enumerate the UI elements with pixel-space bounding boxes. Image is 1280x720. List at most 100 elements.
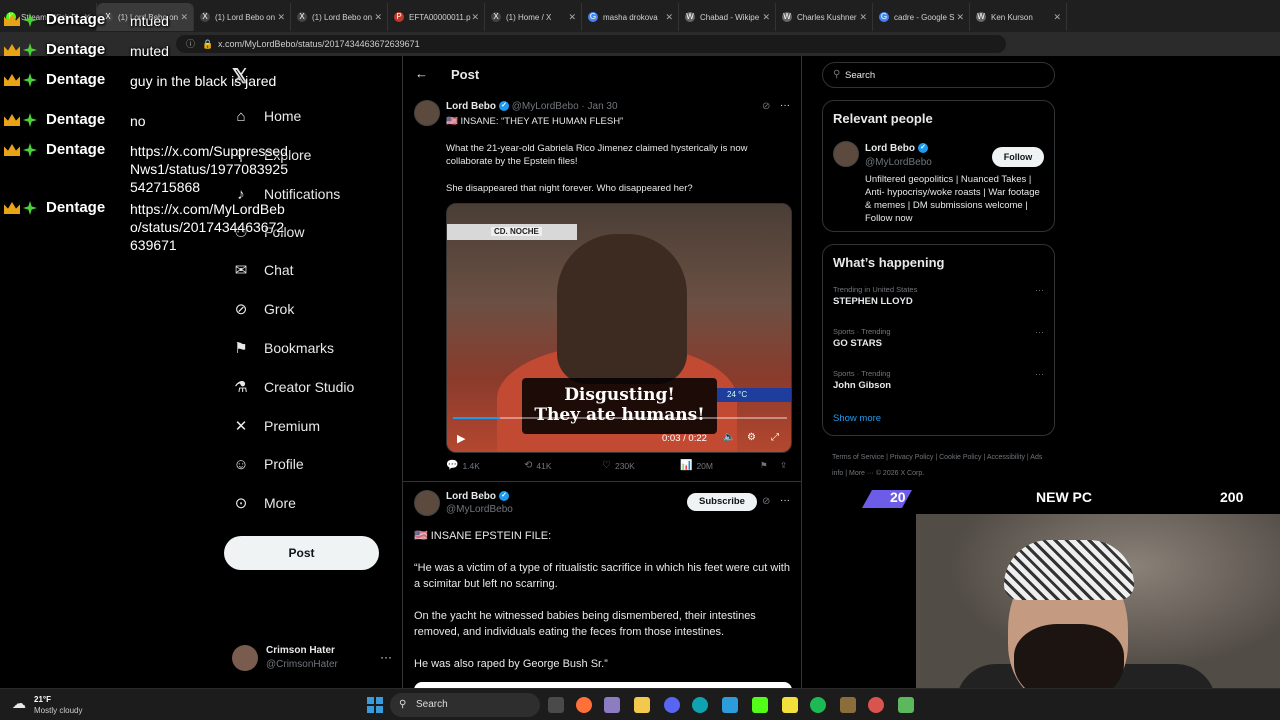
- browser-tab[interactable]: W Chabad - Wikipe ✕: [679, 3, 776, 31]
- spotify-icon[interactable]: [810, 697, 826, 713]
- follow-button[interactable]: Follow: [992, 147, 1044, 167]
- tab-close-icon[interactable]: ✕: [956, 12, 964, 23]
- avatar[interactable]: [414, 100, 440, 126]
- compose-post-button[interactable]: Post: [224, 536, 379, 570]
- discord-icon[interactable]: [664, 697, 680, 713]
- tab-title: Chabad - Wikipe: [700, 12, 760, 22]
- weather-widget[interactable]: ☁ 21°F Mostly cloudy: [12, 693, 112, 717]
- browser-tab[interactable]: X (1) Lord Bebo on ✕: [291, 3, 388, 31]
- chat-username: Dentage: [46, 11, 106, 28]
- back-arrow-icon[interactable]: ←: [415, 66, 428, 81]
- trend-item[interactable]: Sports · Trending John Gibson ···: [833, 369, 1048, 391]
- avatar[interactable]: [414, 490, 440, 516]
- nav-item-more[interactable]: ⊙ More: [232, 489, 296, 517]
- more-dots-icon[interactable]: ···: [780, 495, 790, 506]
- taskbar-search[interactable]: ⚲ Search: [390, 693, 540, 717]
- chat-username: Dentage: [46, 41, 106, 58]
- footer-links[interactable]: Terms of Service | Privacy Policy | Cook…: [832, 450, 1047, 482]
- tab-close-icon[interactable]: ✕: [374, 12, 382, 23]
- tab-close-icon[interactable]: ✕: [859, 12, 867, 23]
- browser-tab[interactable]: W Ken Kurson ✕: [970, 3, 1067, 31]
- video-progress-bar[interactable]: [453, 417, 787, 419]
- author-name: Lord Bebo: [446, 101, 496, 112]
- account-name: Crimson Hater: [266, 645, 335, 656]
- app-icon[interactable]: [840, 697, 856, 713]
- tweet-author[interactable]: Lord Bebo ✓: [446, 491, 509, 502]
- like-button[interactable]: ♡ 230K: [602, 460, 635, 471]
- settings-gear-icon[interactable]: ⚙: [747, 432, 756, 443]
- nav-item-bookmarks[interactable]: ⚑ Bookmarks: [232, 334, 334, 362]
- search-input[interactable]: ⚲ Search: [822, 62, 1055, 88]
- fullscreen-icon[interactable]: ⤢: [771, 432, 779, 443]
- nav-item-label: More: [264, 495, 296, 511]
- tab-title: (1) Home / X: [506, 12, 552, 22]
- more-dots-icon[interactable]: ···: [1035, 327, 1044, 337]
- address-bar[interactable]: ⓘ 🔒 x.com/MyLordBebo/status/201743446367…: [176, 35, 1006, 53]
- video-player[interactable]: CD. NOCHE 24 °C Disgusting! They ate hum…: [446, 203, 792, 453]
- file-explorer-icon[interactable]: [634, 697, 650, 713]
- account-switcher[interactable]: Crimson Hater @CrimsonHater ···: [232, 642, 392, 674]
- repost-button[interactable]: ⟲ 41K: [524, 460, 552, 471]
- bookmark-icon[interactable]: ⚑: [760, 460, 768, 471]
- grok-icon[interactable]: ⊘: [762, 496, 770, 507]
- more-dots-icon[interactable]: ···: [380, 650, 392, 664]
- app-icon[interactable]: [604, 697, 620, 713]
- share-icon[interactable]: ⇪: [780, 460, 787, 471]
- avatar[interactable]: [833, 141, 859, 167]
- tab-favicon-icon: W: [782, 12, 792, 22]
- tweet[interactable]: Lord Bebo ✓ @MyLordBebo · Jan 30 ⊘ ··· 🇺🇸…: [403, 96, 801, 482]
- volume-icon[interactable]: 🔈: [723, 432, 735, 443]
- reply-button[interactable]: 💬 1.4K: [446, 460, 480, 471]
- nav-item-profile[interactable]: ☺ Profile: [232, 450, 303, 478]
- show-more-link[interactable]: Show more: [833, 413, 881, 424]
- crown-badge-icon: [4, 44, 20, 56]
- browser-tab[interactable]: Gmasha drokova ✕: [582, 3, 679, 31]
- notes-icon[interactable]: [782, 697, 798, 713]
- tab-favicon-icon: W: [685, 12, 695, 22]
- post-header: ← Post: [403, 56, 801, 92]
- trend-item[interactable]: Trending in United States STEPHEN LLOYD ··…: [833, 285, 1048, 307]
- nav-item-chat[interactable]: ✉ Chat: [232, 256, 294, 284]
- firefox-icon[interactable]: [576, 697, 592, 713]
- task-view-icon[interactable]: [548, 697, 564, 713]
- grok-icon[interactable]: ⊘: [762, 101, 770, 112]
- tab-close-icon[interactable]: ✕: [665, 12, 673, 23]
- nav-item-grok[interactable]: ⊘ Grok: [232, 295, 295, 323]
- chat-username: Dentage: [46, 71, 106, 88]
- tweet-author[interactable]: Lord Bebo ✓ @MyLordBebo · Jan 30: [446, 101, 618, 112]
- windows-start-icon[interactable]: [367, 697, 383, 713]
- browser-tab[interactable]: Gcadre - Google S ✕: [873, 3, 970, 31]
- play-icon[interactable]: ▶: [457, 432, 465, 445]
- tab-close-icon[interactable]: ✕: [762, 12, 770, 23]
- tweet[interactable]: Lord Bebo ✓ @MyLordBebo Subscribe ⊘ ··· 🇺…: [403, 484, 801, 688]
- more-dots-icon[interactable]: ···: [1035, 285, 1044, 295]
- trend-item[interactable]: Sports · Trending GO STARS ···: [833, 327, 1048, 349]
- app-icon[interactable]: [898, 697, 914, 713]
- search-icon: ⚲: [833, 69, 841, 80]
- tab-title: cadre - Google S: [894, 12, 955, 22]
- more-icon: ⊙: [234, 495, 248, 512]
- trend-meta: Trending in United States: [833, 285, 918, 294]
- browser-tab[interactable]: X (1) Home / X ✕: [485, 3, 582, 31]
- tab-title: Charles Kushner: [797, 12, 857, 22]
- more-dots-icon[interactable]: ···: [780, 100, 790, 111]
- views-button[interactable]: 📊 20M: [680, 460, 713, 471]
- obs-icon[interactable]: [868, 697, 884, 713]
- nav-item-creator-studio[interactable]: ⚗ Creator Studio: [232, 373, 354, 401]
- more-dots-icon[interactable]: ···: [1035, 369, 1044, 379]
- kick-icon[interactable]: [752, 697, 768, 713]
- browser-tab[interactable]: P EFTA00000011.p ✕: [388, 3, 485, 31]
- sparkle-badge-icon: [23, 13, 37, 27]
- subscribe-button[interactable]: Subscribe: [687, 493, 757, 511]
- edge-icon[interactable]: [692, 697, 708, 713]
- person-name[interactable]: Lord Bebo ✓: [865, 143, 928, 154]
- author-name: Lord Bebo: [446, 491, 496, 502]
- nav-item-premium[interactable]: ✕ Premium: [232, 412, 320, 440]
- weather-temp: 21°F: [34, 695, 51, 704]
- windows-taskbar: ☁ 21°F Mostly cloudy ⚲ Search: [0, 688, 1280, 720]
- tab-close-icon[interactable]: ✕: [568, 12, 576, 23]
- store-icon[interactable]: [722, 697, 738, 713]
- tab-close-icon[interactable]: ✕: [1053, 12, 1061, 23]
- tab-close-icon[interactable]: ✕: [471, 12, 479, 23]
- browser-tab[interactable]: W Charles Kushner ✕: [776, 3, 873, 31]
